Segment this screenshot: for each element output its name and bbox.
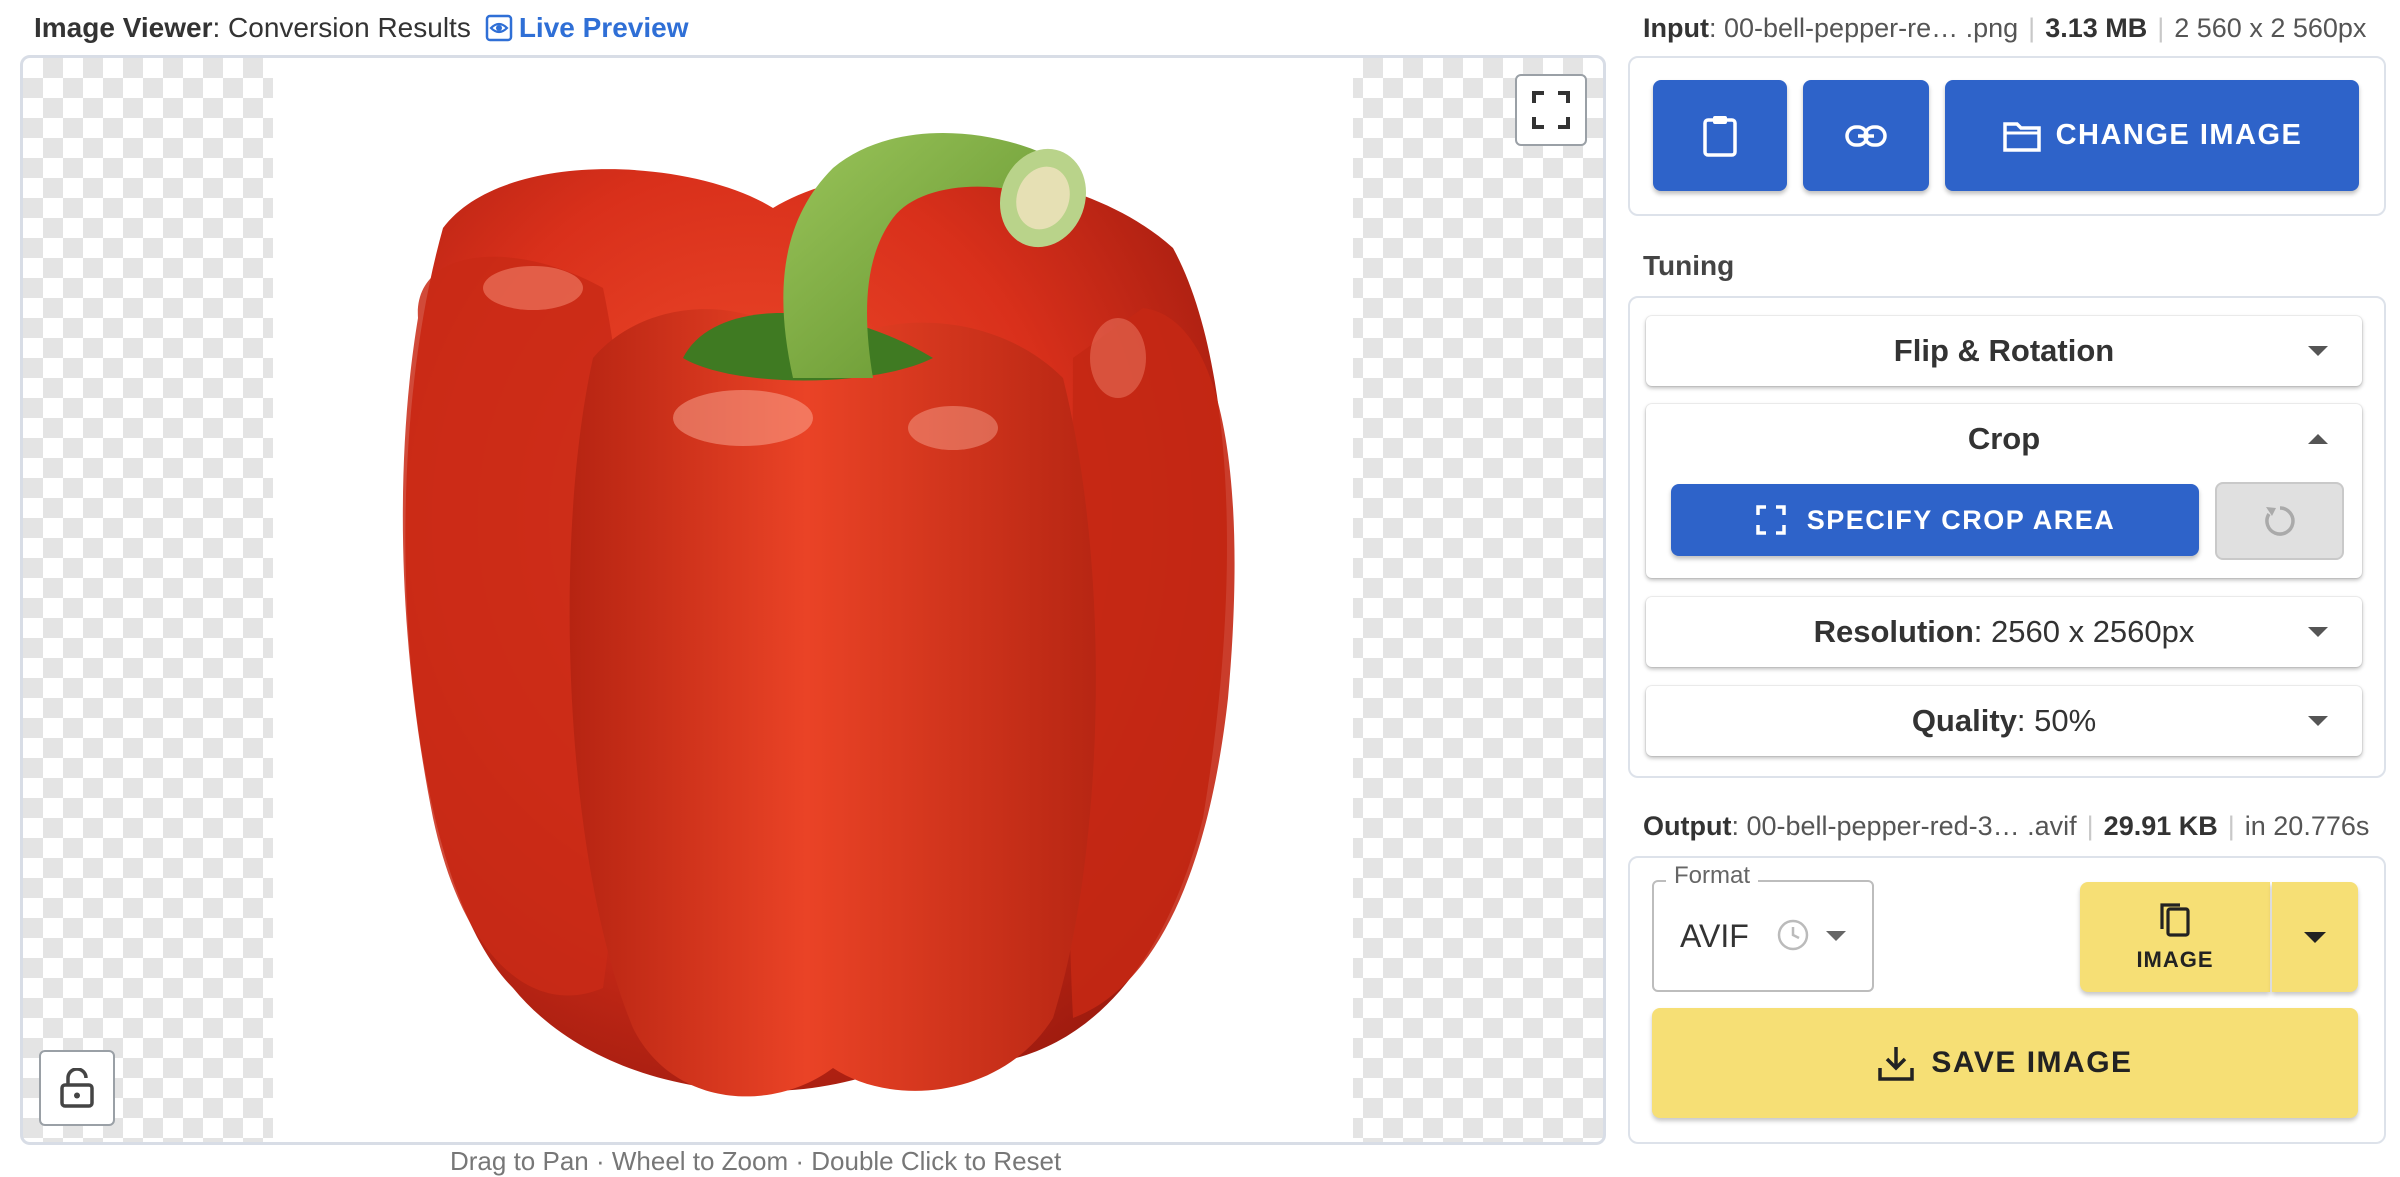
specify-crop-button[interactable]: SPECIFY CROP AREA: [1671, 484, 2199, 556]
copy-options-button[interactable]: [2272, 882, 2358, 992]
input-dimensions: 2 560 x 2 560px: [2174, 12, 2367, 43]
copy-image-button[interactable]: IMAGE: [2080, 882, 2270, 992]
eye-icon: [485, 14, 513, 42]
live-preview-link[interactable]: Live Preview: [485, 12, 689, 44]
output-filename: 00-bell-pepper-red-3… .avif: [1746, 810, 2077, 841]
fullscreen-icon: [1532, 91, 1570, 129]
preview-image: [273, 58, 1353, 1142]
chevron-down-icon: [2308, 716, 2328, 726]
bell-pepper-image: [402, 133, 1235, 1097]
chevron-down-icon: [2308, 627, 2328, 637]
format-select[interactable]: Format AVIF: [1652, 862, 1874, 992]
quality-value: 50%: [2034, 703, 2097, 738]
url-button[interactable]: [1803, 80, 1929, 191]
crop-area-icon: [1755, 505, 1786, 535]
download-icon: [1878, 1047, 1915, 1081]
flip-rotation-panel[interactable]: Flip & Rotation: [1646, 316, 2362, 386]
chevron-down-icon: [2304, 931, 2326, 943]
folder-icon: [2002, 121, 2041, 152]
chevron-down-icon: [2308, 346, 2328, 356]
crop-label: Crop: [1967, 421, 2041, 456]
lock-zoom-button[interactable]: [39, 1050, 115, 1126]
tuning-label: Tuning: [1643, 250, 1735, 281]
quality-label: Quality: [1911, 703, 2017, 738]
output-label: Output: [1643, 810, 1732, 841]
copy-image-label: IMAGE: [2136, 947, 2214, 972]
output-info: Output: 00-bell-pepper-red-3… .avif | 29…: [1643, 810, 2370, 841]
viewer-title: Image Viewer: [34, 12, 213, 43]
link-icon: [1845, 124, 1887, 147]
reset-crop-button[interactable]: [2215, 482, 2344, 560]
save-image-label: SAVE IMAGE: [1931, 1046, 2133, 1079]
fullscreen-button[interactable]: [1515, 74, 1587, 146]
viewer-hint: Drag to Pan · Wheel to Zoom · Double Cli…: [450, 1146, 1062, 1176]
paste-button[interactable]: [1653, 80, 1787, 191]
change-image-label: CHANGE IMAGE: [2055, 119, 2303, 151]
image-viewer[interactable]: [20, 55, 1606, 1145]
crop-header[interactable]: Crop: [1646, 404, 2362, 474]
change-image-button[interactable]: CHANGE IMAGE: [1945, 80, 2359, 191]
save-image-button[interactable]: SAVE IMAGE: [1652, 1008, 2358, 1118]
format-label: Format: [1666, 862, 1759, 890]
input-filename: 00-bell-pepper-re… .png: [1724, 12, 2019, 43]
clock-icon: [1777, 919, 1809, 951]
resolution-value: 2560 x 2560px: [1991, 614, 2195, 649]
flip-rotation-label: Flip & Rotation: [1893, 333, 2115, 368]
format-value: AVIF: [1680, 918, 1749, 954]
output-size: 29.91 KB: [2103, 810, 2218, 841]
clipboard-icon: [1703, 115, 1737, 157]
copy-icon: [2160, 903, 2190, 937]
quality-panel[interactable]: Quality: 50%: [1646, 686, 2362, 756]
specify-crop-label: SPECIFY CROP AREA: [1806, 504, 2116, 535]
resolution-header[interactable]: Resolution: 2560 x 2560px: [1646, 597, 2362, 667]
resolution-label: Resolution: [1813, 614, 1974, 649]
input-info: Input: 00-bell-pepper-re… .png | 3.13 MB…: [1643, 12, 2367, 43]
viewer-header: Image Viewer : Conversion Results Live P…: [34, 12, 689, 44]
output-time: in 20.776s: [2244, 810, 2370, 841]
input-size: 3.13 MB: [2045, 12, 2148, 43]
reset-icon: [2264, 506, 2295, 536]
viewer-subtitle: Conversion Results: [228, 12, 471, 43]
flip-rotation-header[interactable]: Flip & Rotation: [1646, 316, 2362, 386]
chevron-down-icon: [1826, 931, 1846, 941]
unlock-icon: [60, 1068, 94, 1108]
input-label: Input: [1643, 12, 1709, 43]
quality-header[interactable]: Quality: 50%: [1646, 686, 2362, 756]
resolution-panel[interactable]: Resolution: 2560 x 2560px: [1646, 597, 2362, 667]
live-preview-label: Live Preview: [518, 12, 689, 43]
chevron-up-icon: [2308, 434, 2328, 444]
